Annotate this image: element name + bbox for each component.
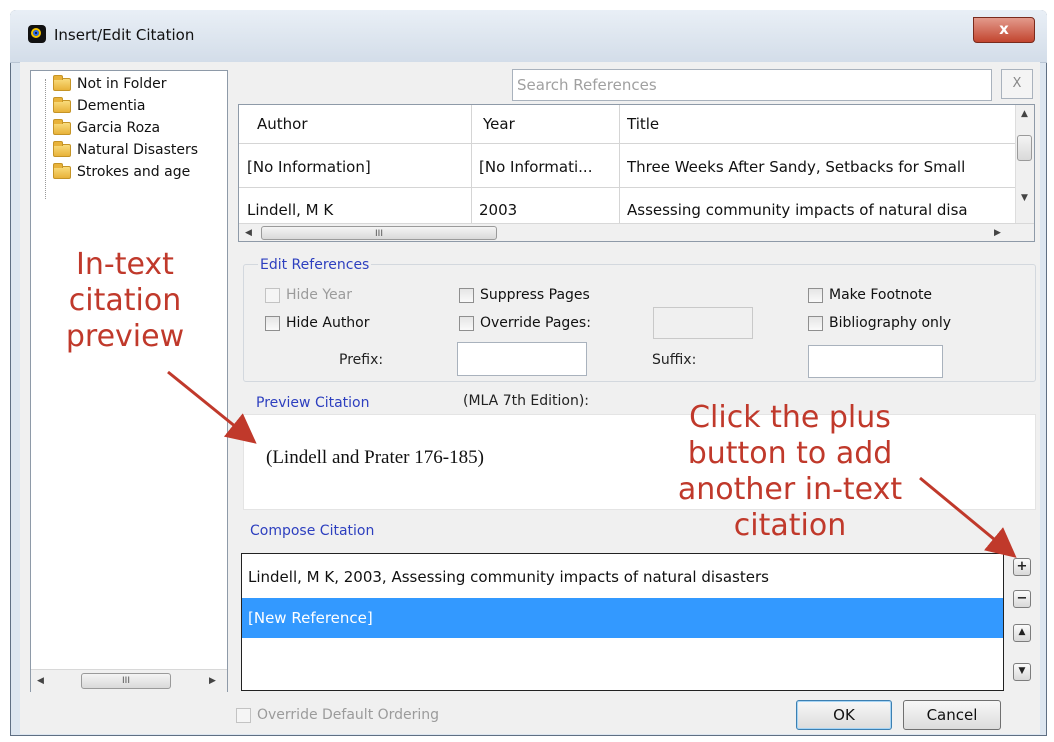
arrow-to-plus-button bbox=[919, 476, 1017, 558]
arrow-to-preview bbox=[167, 370, 257, 444]
annotation-arrows bbox=[167, 370, 1017, 558]
